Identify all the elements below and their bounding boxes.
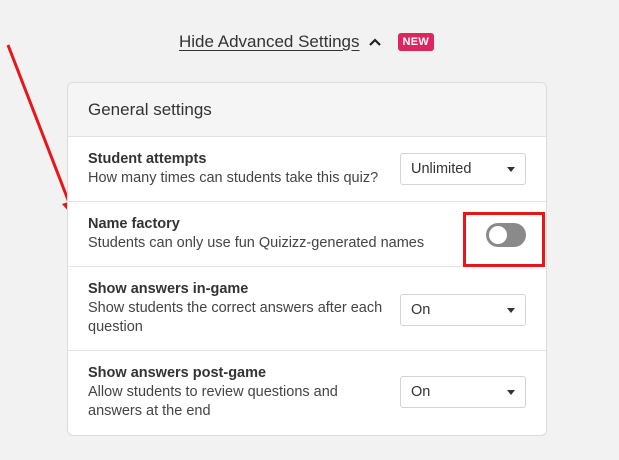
setting-title: Name factory	[88, 216, 180, 232]
chevron-up-icon	[368, 38, 381, 46]
setting-description-line2: answers at the end	[88, 403, 211, 419]
setting-row-student-attempts: Student attempts How many times can stud…	[68, 137, 546, 202]
setting-description: Allow students to review questions and	[88, 384, 338, 400]
setting-description: Show students the correct answers after …	[88, 300, 383, 316]
annotation-highlight-box	[463, 212, 545, 267]
show-answers-post-game-select[interactable]: On	[400, 376, 526, 408]
select-value: On	[411, 302, 431, 318]
setting-title: Show answers in-game	[88, 281, 249, 297]
card-header: General settings	[68, 83, 546, 137]
setting-description-line2: question	[88, 319, 143, 335]
select-value: On	[411, 384, 431, 400]
show-answers-in-game-select[interactable]: On	[400, 294, 526, 326]
card-title: General settings	[88, 99, 212, 119]
select-value: Unlimited	[411, 161, 472, 177]
hide-advanced-settings-label: Hide Advanced Settings	[179, 32, 360, 51]
setting-row-show-answers-in-game: Show answers in-game Show students the c…	[68, 267, 546, 351]
setting-description: How many times can students take this qu…	[88, 170, 379, 186]
setting-row-show-answers-post-game: Show answers post-game Allow students to…	[68, 351, 546, 433]
student-attempts-select[interactable]: Unlimited	[400, 153, 526, 185]
caret-down-icon	[507, 308, 515, 313]
setting-description: Students can only use fun Quizizz-genera…	[88, 235, 425, 251]
caret-down-icon	[507, 390, 515, 395]
setting-title: Show answers post-game	[88, 365, 267, 381]
new-badge: NEW	[397, 33, 435, 51]
hide-advanced-settings-link[interactable]: Hide Advanced Settings NEW	[179, 32, 435, 52]
setting-title: Student attempts	[88, 151, 207, 167]
caret-down-icon	[507, 167, 515, 172]
